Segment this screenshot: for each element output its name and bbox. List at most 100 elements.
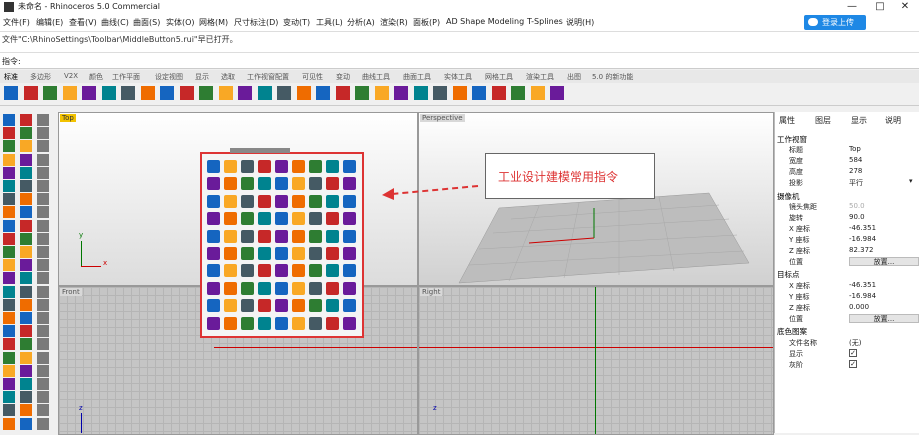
palette-command-icon[interactable] [309, 264, 322, 278]
left-tool-icon[interactable] [3, 364, 15, 377]
palette-command-icon[interactable] [326, 247, 339, 260]
palette-command-icon[interactable] [241, 177, 254, 191]
left-tool-icon[interactable] [37, 114, 49, 126]
tab-select[interactable]: 选取 [221, 72, 235, 82]
palette-command-icon[interactable] [326, 264, 339, 278]
palette-command-icon[interactable] [275, 316, 288, 330]
left-tool-icon[interactable] [20, 166, 32, 179]
palette-command-icon[interactable] [326, 281, 339, 295]
copy-icon[interactable] [121, 86, 135, 100]
zoom-extents-icon[interactable] [257, 86, 272, 100]
left-tool-icon[interactable] [3, 285, 15, 298]
palette-command-icon[interactable] [343, 264, 356, 278]
left-tool-icon[interactable] [3, 272, 15, 285]
palette-command-icon[interactable] [258, 177, 271, 191]
menu-surface[interactable]: 曲面(S) [133, 17, 160, 28]
palette-command-icon[interactable] [207, 299, 220, 313]
tab-standard[interactable]: 标准 [4, 72, 18, 82]
paste-icon[interactable] [140, 86, 155, 100]
palette-command-icon[interactable] [309, 299, 322, 313]
palette-command-icon[interactable] [224, 316, 237, 330]
command-line[interactable]: 指令: [0, 52, 919, 69]
palette-command-icon[interactable] [224, 177, 237, 191]
left-tool-icon[interactable] [20, 312, 32, 324]
layer-icon[interactable] [413, 86, 428, 100]
palette-command-icon[interactable] [343, 316, 356, 330]
menu-render[interactable]: 渲染(R) [380, 17, 408, 28]
open-icon[interactable] [23, 86, 38, 100]
left-tool-icon[interactable] [20, 153, 32, 166]
palette-command-icon[interactable] [292, 264, 305, 278]
left-tool-icon[interactable] [3, 232, 15, 245]
left-tool-icon[interactable] [3, 206, 15, 219]
target-place-button[interactable]: 放置... [849, 314, 919, 323]
palette-command-icon[interactable] [241, 212, 254, 226]
palette-command-icon[interactable] [241, 229, 254, 243]
palette-command-icon[interactable] [207, 264, 220, 278]
tab-display[interactable]: 显示 [195, 72, 209, 82]
left-tool-icon[interactable] [3, 338, 15, 351]
palette-command-icon[interactable] [326, 316, 339, 330]
palette-command-icon[interactable] [207, 316, 220, 330]
zoom-selected-icon[interactable] [277, 86, 291, 100]
left-tool-icon[interactable] [3, 114, 15, 126]
print-icon[interactable] [62, 86, 77, 100]
camera-x-value[interactable]: -46.351 [849, 224, 876, 232]
palette-command-icon[interactable] [275, 212, 288, 226]
light-icon[interactable] [452, 86, 467, 100]
osnap-icon[interactable] [374, 86, 389, 100]
left-tool-icon[interactable] [37, 404, 49, 417]
menu-file[interactable]: 文件(F) [3, 17, 30, 28]
palette-command-icon[interactable] [292, 316, 305, 330]
left-tool-icon[interactable] [37, 180, 49, 192]
menu-mesh[interactable]: 网格(M) [199, 17, 228, 28]
tab-transform[interactable]: 变动 [336, 72, 350, 82]
palette-command-icon[interactable] [343, 299, 356, 313]
left-tool-icon[interactable] [3, 391, 15, 404]
palette-command-icon[interactable] [241, 316, 254, 330]
tab-mesh-tools[interactable]: 网格工具 [485, 72, 513, 82]
tab-visibility[interactable]: 可见性 [302, 72, 323, 82]
palette-command-icon[interactable] [326, 212, 339, 226]
palette-command-icon[interactable] [309, 160, 322, 173]
left-tool-icon[interactable] [20, 404, 32, 417]
palette-command-icon[interactable] [292, 177, 305, 191]
tab-v2x[interactable]: V2X [64, 72, 78, 80]
palette-command-icon[interactable] [292, 160, 305, 173]
filename-value[interactable]: (无) [849, 338, 861, 348]
palette-command-icon[interactable] [224, 229, 237, 243]
tab-curve-tools[interactable]: 曲线工具 [362, 72, 390, 82]
palette-command-icon[interactable] [258, 247, 271, 260]
palette-command-icon[interactable] [258, 160, 271, 173]
left-tool-icon[interactable] [3, 312, 15, 324]
tab-color[interactable]: 颜色 [89, 72, 103, 82]
render-icon[interactable] [491, 86, 506, 100]
left-tool-icon[interactable] [20, 364, 32, 377]
left-tool-icon[interactable] [20, 338, 32, 351]
left-tool-icon[interactable] [20, 114, 32, 126]
palette-command-icon[interactable] [258, 194, 271, 208]
left-tool-icon[interactable] [3, 153, 15, 166]
left-tool-icon[interactable] [20, 193, 32, 206]
menu-transform[interactable]: 变动(T) [283, 17, 310, 28]
palette-command-icon[interactable] [292, 194, 305, 208]
left-tool-icon[interactable] [3, 140, 15, 153]
palette-command-icon[interactable] [275, 160, 288, 173]
menu-solid[interactable]: 实体(O) [166, 17, 195, 28]
rotate-icon[interactable] [199, 86, 213, 100]
palette-command-icon[interactable] [241, 281, 254, 295]
projection-select[interactable]: 平行 [849, 178, 863, 188]
palette-command-icon[interactable] [309, 177, 322, 191]
pan-icon[interactable] [179, 86, 194, 100]
left-tool-icon[interactable] [37, 272, 49, 285]
undo-icon[interactable] [160, 86, 174, 100]
left-tool-icon[interactable] [20, 272, 32, 285]
palette-command-icon[interactable] [343, 212, 356, 226]
menu-ad-shape-modeling[interactable]: AD Shape Modeling [446, 17, 524, 26]
maximize-button[interactable]: □ [866, 0, 894, 14]
left-tool-icon[interactable] [20, 206, 32, 219]
left-tool-icon[interactable] [37, 153, 49, 166]
left-tool-icon[interactable] [3, 404, 15, 417]
left-tool-icon[interactable] [20, 325, 32, 338]
palette-command-icon[interactable] [258, 316, 271, 330]
